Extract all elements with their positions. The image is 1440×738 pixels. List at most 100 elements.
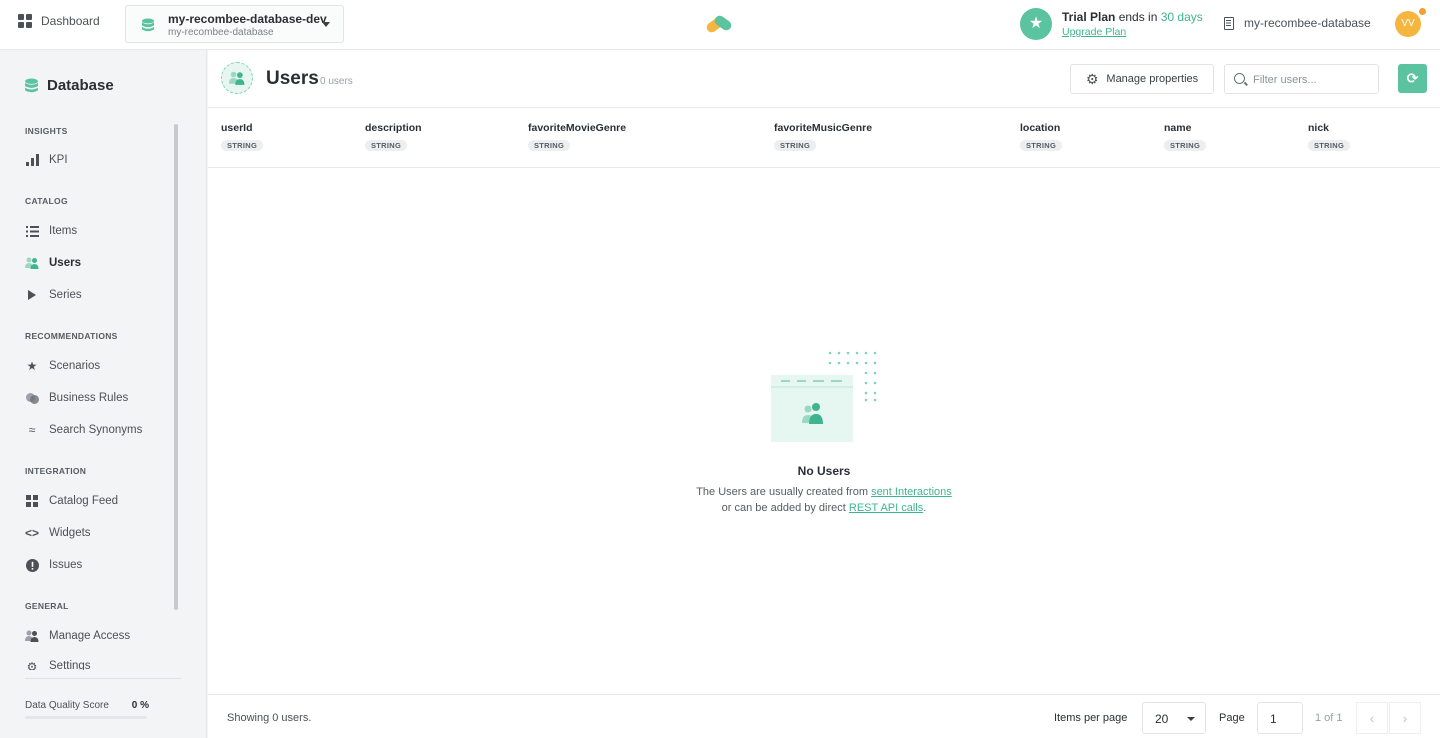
sidebar-item-widgets[interactable]: <> Widgets [25, 525, 91, 541]
search-icon [1234, 73, 1245, 84]
chevron-left-icon: ‹ [1369, 710, 1375, 726]
sidebar-item-users[interactable]: Users [25, 255, 81, 271]
empty-line2-suffix: . [923, 502, 927, 514]
dashboard-label: Dashboard [41, 14, 100, 28]
sidebar-item-manage-access[interactable]: Manage Access [25, 628, 130, 644]
sidebar-item-label: Manage Access [49, 630, 131, 642]
section-general: GENERAL [25, 601, 69, 611]
column-name: favoriteMovieGenre [528, 122, 627, 134]
empty-line2-prefix: or can be added by direct [721, 502, 849, 514]
column-name: location [1020, 122, 1061, 134]
sidebar-item-label: Scenarios [49, 360, 101, 372]
column-header[interactable]: description STRING [365, 122, 422, 153]
user-count: 0 users [320, 76, 353, 87]
data-quality-score: Data Quality Score 0 % [25, 700, 149, 719]
database-icon [25, 78, 38, 93]
gear-icon: ⚙ [26, 660, 38, 670]
bar-chart-icon [25, 153, 39, 167]
sidebar-title-label: Database [47, 77, 114, 94]
sidebar-item-items[interactable]: Items [25, 223, 77, 239]
approx-icon: ≈ [28, 423, 36, 437]
sidebar-item-label: Issues [49, 559, 83, 571]
filter-users[interactable] [1224, 64, 1379, 94]
column-header[interactable]: nick STRING [1308, 122, 1351, 153]
data-quality-label: Data Quality Score [25, 700, 109, 711]
data-quality-value: 0 % [131, 700, 149, 711]
table-header: userId STRING description STRING favoriteM… [208, 108, 1440, 168]
trial-plan-label: Trial Plan [1062, 10, 1116, 24]
users-icon [25, 256, 39, 270]
prev-page-button[interactable]: ‹ [1356, 702, 1388, 734]
rest-api-calls-link[interactable]: REST API calls [849, 502, 923, 514]
avatar[interactable]: VV [1395, 11, 1421, 37]
sidebar-item-kpi[interactable]: KPI [25, 152, 68, 168]
chevron-down-icon [1187, 717, 1195, 721]
database-selector[interactable]: my-recombee-database-dev my-recombee-dat… [125, 5, 344, 43]
account-database-name: my-recombee-database [1244, 16, 1371, 30]
grid-icon [25, 494, 39, 508]
items-per-page-value: 20 [1155, 712, 1169, 726]
column-header[interactable]: name STRING [1164, 122, 1207, 153]
star-icon: ★ [26, 359, 38, 373]
sidebar-item-scenarios[interactable]: ★ Scenarios [25, 358, 101, 374]
sidebar: Database INSIGHTS KPI CATALOG Items User… [0, 50, 207, 738]
sidebar-item-label: Catalog Feed [49, 495, 119, 507]
column-name: name [1164, 122, 1192, 134]
trial-days: 30 days [1160, 10, 1203, 24]
section-integration: INTEGRATION [25, 466, 87, 476]
dashboard-link[interactable]: Dashboard [18, 14, 100, 28]
sidebar-item-label: Users [49, 257, 81, 269]
column-type-badge: STRING [365, 140, 408, 151]
sidebar-item-search-synonyms[interactable]: ≈ Search Synonyms [25, 422, 143, 438]
list-icon [25, 224, 39, 238]
sidebar-item-label: Widgets [49, 527, 91, 539]
sidebar-item-label: KPI [49, 154, 68, 166]
sent-interactions-link[interactable]: sent Interactions [871, 486, 952, 498]
people-icon [25, 629, 39, 643]
page-of: 1 of 1 [1315, 712, 1343, 724]
page-header: Users 0 users ⚙ Manage properties ⟳ [208, 50, 1440, 108]
filter-users-input[interactable] [1253, 71, 1373, 89]
account-database[interactable]: my-recombee-database [1224, 16, 1371, 30]
sidebar-item-issues[interactable]: Issues [25, 557, 82, 573]
database-selector-sub: my-recombee-database [168, 27, 274, 38]
column-type-badge: STRING [774, 140, 817, 151]
notification-dot [1418, 7, 1427, 16]
sidebar-scrollbar[interactable] [174, 124, 178, 610]
next-page-button[interactable]: › [1389, 702, 1421, 734]
sidebar-item-business-rules[interactable]: Business Rules [25, 390, 128, 406]
items-per-page-select[interactable]: 20 [1142, 702, 1206, 734]
manage-properties-label: Manage properties [1106, 73, 1199, 85]
refresh-icon: ⟳ [1406, 70, 1419, 86]
trial-ends-label: ends in [1115, 10, 1161, 24]
sidebar-item-catalog-feed[interactable]: Catalog Feed [25, 493, 118, 509]
database-icon [142, 18, 154, 32]
column-type-badge: STRING [528, 140, 571, 151]
code-icon: <> [25, 526, 40, 540]
recombee-logo [706, 15, 732, 33]
empty-state-line-1: The Users are usually created from sent … [208, 486, 1440, 498]
sidebar-item-settings[interactable]: ⚙ Settings [25, 660, 91, 670]
play-icon [25, 288, 39, 302]
sidebar-item-label: Search Synonyms [49, 424, 143, 436]
column-type-badge: STRING [1308, 140, 1351, 151]
upgrade-plan-link[interactable]: Upgrade Plan [1062, 26, 1126, 38]
chevron-down-icon [322, 22, 330, 27]
manage-properties-button[interactable]: ⚙ Manage properties [1070, 64, 1214, 94]
column-header[interactable]: location STRING [1020, 122, 1063, 153]
column-type-badge: STRING [221, 140, 264, 151]
column-type-badge: STRING [1164, 140, 1207, 151]
refresh-button[interactable]: ⟳ [1398, 64, 1427, 93]
column-header[interactable]: favoriteMusicGenre STRING [774, 122, 872, 153]
building-icon [1224, 16, 1234, 30]
column-name: userId [221, 122, 253, 134]
sidebar-title: Database [25, 77, 114, 94]
column-header[interactable]: favoriteMovieGenre STRING [528, 122, 626, 153]
table-footer: Showing 0 users. Items per page 20 Page … [208, 694, 1440, 738]
sidebar-item-series[interactable]: Series [25, 287, 82, 303]
column-header[interactable]: userId STRING [221, 122, 264, 153]
page-input[interactable]: 1 [1257, 702, 1303, 734]
section-recommendations: RECOMMENDATIONS [25, 331, 118, 341]
sidebar-item-label: Business Rules [49, 392, 129, 404]
sidebar-item-label: Settings [49, 660, 91, 670]
